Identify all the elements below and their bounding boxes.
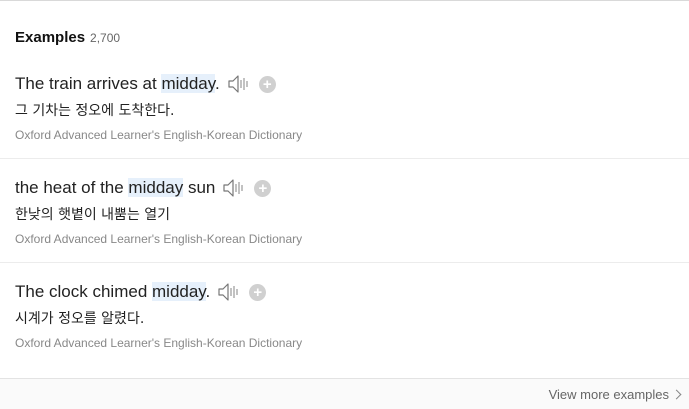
example-item: The train arrives at midday. + 그 기차는 정오에… <box>15 72 689 142</box>
example-translation: 그 기차는 정오에 도착한다. <box>15 103 175 119</box>
divider <box>0 262 689 263</box>
examples-panel: Examples 2,700 The train arrives at midd… <box>0 0 689 409</box>
example-source: Oxford Advanced Learner's English-Korean… <box>15 336 303 350</box>
speaker-icon[interactable] <box>217 282 242 302</box>
example-sentence: The train arrives at midday. <box>15 74 220 94</box>
example-sentence-line: The train arrives at midday. + <box>15 72 689 96</box>
sentence-text-before: The train arrives at <box>15 74 162 93</box>
sentence-text-after: . <box>215 74 220 93</box>
plus-icon[interactable]: + <box>249 283 267 301</box>
speaker-icon[interactable] <box>227 74 252 94</box>
examples-header: Examples 2,700 <box>15 29 120 46</box>
highlighted-term: midday <box>128 178 184 197</box>
example-translation: 시계가 정오를 알렸다. <box>15 311 145 327</box>
plus-icon[interactable]: + <box>254 179 272 197</box>
example-sentence-line: the heat of the midday sun + <box>15 176 689 200</box>
example-item: The clock chimed midday. + 시계가 정오를 알렸다. … <box>15 280 689 350</box>
example-source: Oxford Advanced Learner's English-Korean… <box>15 128 303 142</box>
examples-title: Examples <box>15 29 86 46</box>
highlighted-term: midday <box>161 74 215 93</box>
divider <box>0 158 689 159</box>
sentence-text-after: . <box>205 282 211 301</box>
view-more-examples-link[interactable]: View more examples <box>548 387 682 402</box>
speaker-icon[interactable] <box>222 178 247 198</box>
view-more-label: View more examples <box>548 387 669 402</box>
example-item: the heat of the midday sun + 한낮의 햇볕이 내뿜는… <box>15 176 689 246</box>
example-sentence: the heat of the midday sun <box>15 178 215 198</box>
example-sentence-line: The clock chimed midday. + <box>15 280 689 304</box>
example-sentence: The clock chimed midday. <box>15 282 210 302</box>
highlighted-term: midday <box>152 282 206 301</box>
sentence-text-before: the heat of the <box>15 178 129 197</box>
examples-count: 2,700 <box>90 31 121 45</box>
plus-icon[interactable]: + <box>258 75 276 93</box>
example-translation: 한낮의 햇볕이 내뿜는 열기 <box>15 207 171 223</box>
example-source: Oxford Advanced Learner's English-Korean… <box>15 232 303 246</box>
sentence-text-after: sun <box>183 178 216 197</box>
examples-footer: View more examples <box>0 378 689 409</box>
sentence-text-before: The clock chimed <box>15 282 152 301</box>
chevron-right-icon <box>671 389 682 400</box>
